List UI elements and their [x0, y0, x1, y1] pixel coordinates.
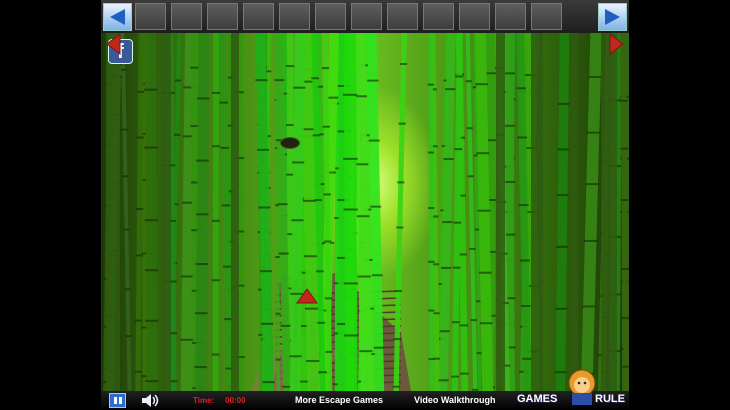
bottom-bar: Time: 00:00 More Escape Games Video Walk… [101, 369, 629, 410]
left-arrow-icon [110, 9, 125, 25]
time-label: Time: [193, 396, 215, 405]
inventory-bar [101, 0, 629, 33]
inventory-slot[interactable] [243, 3, 274, 30]
video-walkthrough-link[interactable]: Video Walkthrough [414, 395, 496, 405]
inventory-slot[interactable] [459, 3, 490, 30]
scene-forward-arrow-icon[interactable] [296, 288, 318, 304]
inventory-slot[interactable] [495, 3, 526, 30]
inventory-slot[interactable] [135, 3, 166, 30]
lion-mascot-icon [568, 369, 596, 405]
scene-right-arrow-icon[interactable] [609, 33, 625, 55]
inventory-slot[interactable] [423, 3, 454, 30]
right-arrow-icon [605, 9, 620, 25]
inventory-slot[interactable] [387, 3, 418, 30]
games-rule-logo[interactable]: GAMES RULE [517, 369, 629, 410]
bamboo-scene-art [102, 33, 629, 391]
hidden-object-disc[interactable] [280, 137, 300, 149]
speaker-icon[interactable] [140, 393, 162, 408]
inventory-prev-button[interactable] [103, 3, 132, 31]
inventory-slot[interactable] [207, 3, 238, 30]
more-escape-games-link[interactable]: More Escape Games [295, 395, 383, 405]
inventory-slot[interactable] [171, 3, 202, 30]
inventory-slot[interactable] [279, 3, 310, 30]
pause-button[interactable] [109, 393, 126, 408]
inventory-slot[interactable] [315, 3, 346, 30]
time-value: 00:00 [225, 396, 246, 405]
inventory-slot[interactable] [531, 3, 562, 30]
logo-text-games: GAMES [517, 393, 558, 405]
game-frame: f Time: 00:00 More Escape Games Video Wa… [101, 0, 629, 410]
inventory-next-button[interactable] [598, 3, 627, 31]
logo-text-rule: RULE [595, 393, 625, 405]
bamboo-forest-scene: f [101, 33, 629, 391]
scene-left-arrow-icon[interactable] [105, 33, 121, 55]
inventory-slot[interactable] [351, 3, 382, 30]
